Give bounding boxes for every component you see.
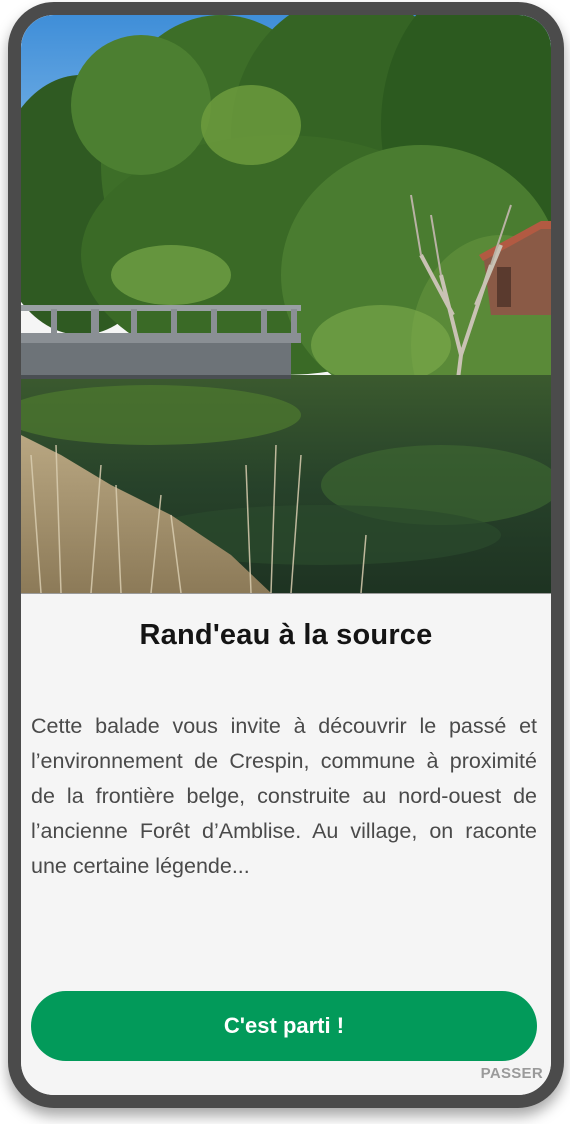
onboarding-screen: Rand'eau à la source Cette balade vous i…: [21, 15, 551, 1095]
phone-frame: Rand'eau à la source Cette balade vous i…: [8, 2, 564, 1108]
walk-description: Cette balade vous invite à découvrir le …: [31, 714, 537, 878]
skip-link[interactable]: PASSER: [481, 1065, 543, 1082]
river-bridge-photo: [21, 15, 551, 593]
page-title: Rand'eau à la source: [139, 619, 433, 651]
start-button[interactable]: C'est parti !: [31, 991, 537, 1061]
hero-image: [21, 15, 551, 594]
